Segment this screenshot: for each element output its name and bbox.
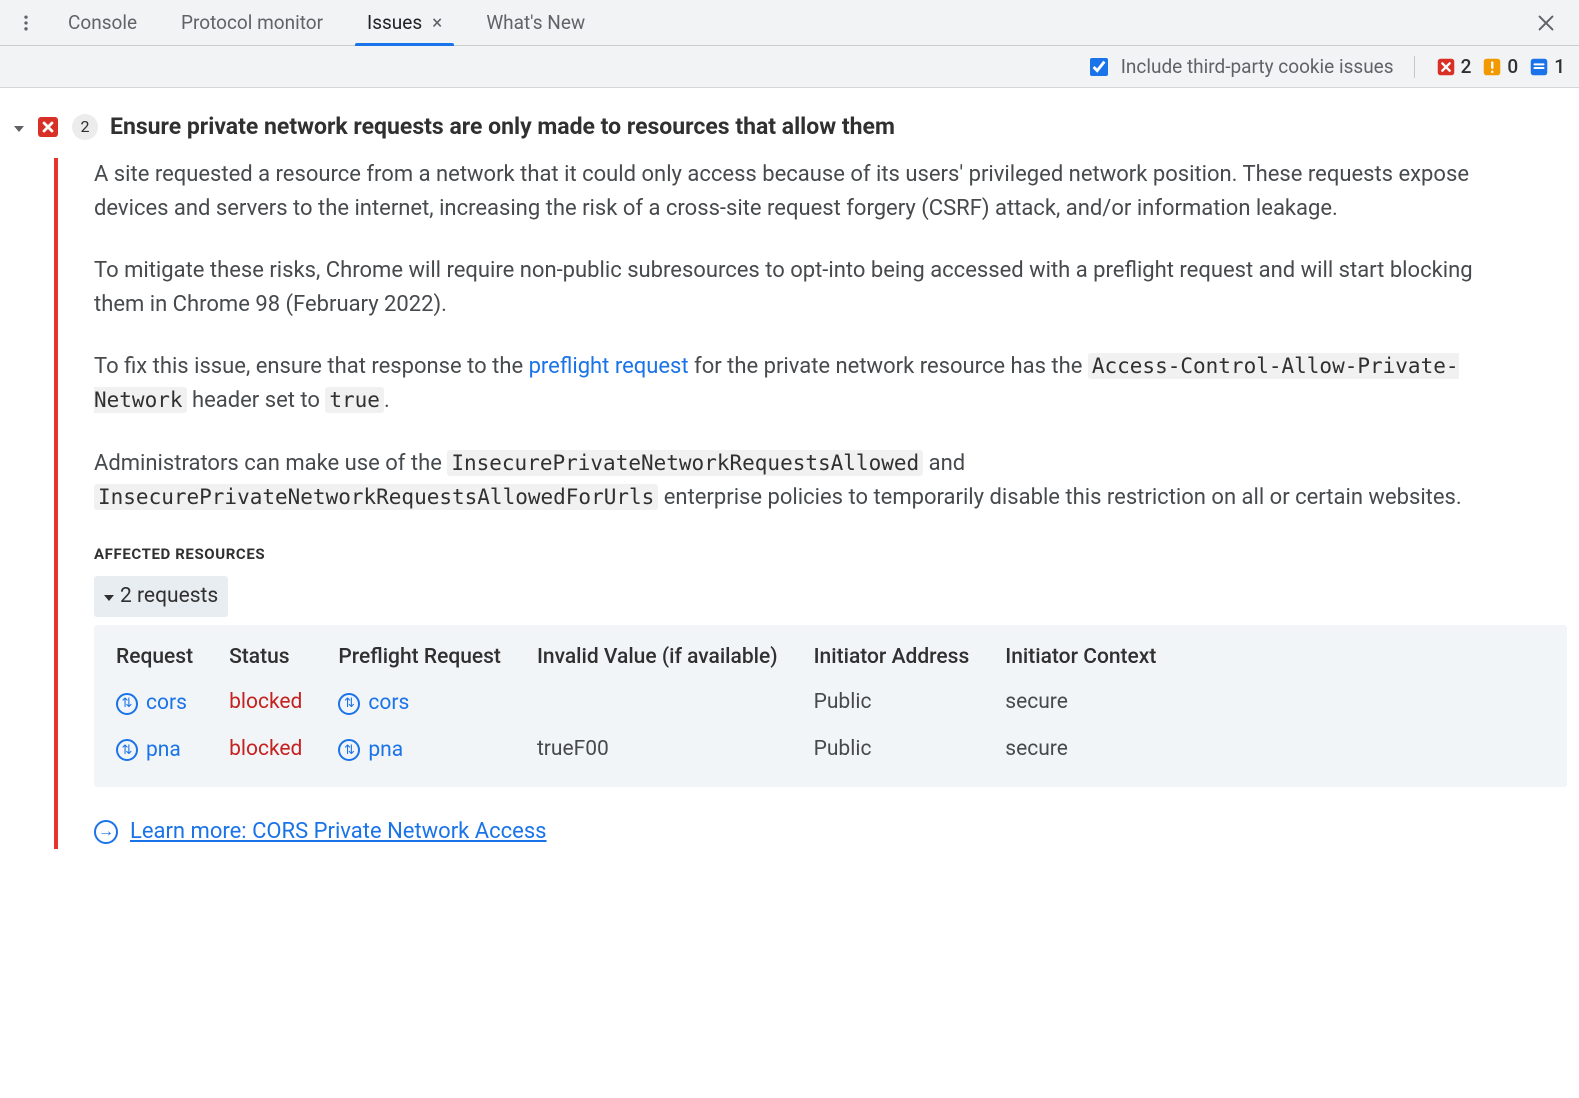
warning-count[interactable]: 0 bbox=[1481, 55, 1518, 78]
chevron-down-icon bbox=[104, 595, 114, 601]
tab-protocol-monitor[interactable]: Protocol monitor bbox=[159, 0, 345, 45]
table-header-row: Request Status Preflight Request Invalid… bbox=[106, 635, 1182, 680]
requests-summary-text: 2 requests bbox=[120, 580, 218, 613]
col-initiator-address: Initiator Address bbox=[804, 635, 996, 680]
table-row: ⇅pna blocked ⇅pna trueF00 Public secure bbox=[106, 726, 1182, 773]
more-vert-icon bbox=[16, 13, 36, 33]
status-cell: blocked bbox=[229, 690, 302, 714]
table-row: ⇅cors blocked ⇅cors Public secure bbox=[106, 679, 1182, 726]
tab-label: Protocol monitor bbox=[181, 11, 323, 34]
tab-label: Console bbox=[68, 11, 137, 34]
issues-content[interactable]: 2 Ensure private network requests are on… bbox=[0, 88, 1579, 1098]
network-icon: ⇅ bbox=[338, 739, 360, 761]
learn-more-text: Learn more: CORS Private Network Access bbox=[130, 815, 547, 849]
tabs: Console Protocol monitor Issues × What's… bbox=[46, 0, 607, 45]
include-third-party-cookies-checkbox[interactable] bbox=[1090, 58, 1108, 76]
issue-paragraph: Administrators can make use of the Insec… bbox=[94, 447, 1524, 515]
initiator-address-cell: Public bbox=[804, 726, 996, 773]
network-icon: ⇅ bbox=[116, 693, 138, 715]
tab-issues[interactable]: Issues × bbox=[345, 0, 464, 45]
tab-whats-new[interactable]: What's New bbox=[464, 0, 607, 45]
invalid-cell bbox=[527, 679, 804, 726]
issue-header-row[interactable]: 2 Ensure private network requests are on… bbox=[14, 113, 1567, 140]
error-count[interactable]: 2 bbox=[1435, 55, 1472, 78]
initiator-context-cell: secure bbox=[995, 679, 1182, 726]
issue-body: A site requested a resource from a netwo… bbox=[54, 158, 1567, 849]
issue-count-badge: 2 bbox=[72, 114, 98, 140]
initiator-address-cell: Public bbox=[804, 679, 996, 726]
tab-label: Issues bbox=[367, 11, 422, 34]
invalid-cell: trueF00 bbox=[527, 726, 804, 773]
preflight-link[interactable]: ⇅cors bbox=[338, 687, 409, 720]
severity-error-icon bbox=[36, 115, 60, 139]
network-icon: ⇅ bbox=[338, 693, 360, 715]
col-request: Request bbox=[106, 635, 219, 680]
col-status: Status bbox=[219, 635, 328, 680]
issue-title: Ensure private network requests are only… bbox=[110, 113, 895, 140]
col-invalid: Invalid Value (if available) bbox=[527, 635, 804, 680]
affected-requests-table: Request Status Preflight Request Invalid… bbox=[94, 625, 1567, 787]
network-icon: ⇅ bbox=[116, 739, 138, 761]
request-link[interactable]: ⇅cors bbox=[116, 687, 187, 720]
panel-tabbar: Console Protocol monitor Issues × What's… bbox=[0, 0, 1579, 46]
close-icon bbox=[1535, 12, 1557, 34]
code-policy-2: InsecurePrivateNetworkRequestsAllowedFor… bbox=[94, 484, 658, 510]
preflight-request-link[interactable]: preflight request bbox=[529, 354, 689, 379]
toolbar-separator bbox=[1414, 56, 1415, 78]
status-cell: blocked bbox=[229, 737, 302, 761]
issue-paragraph: To mitigate these risks, Chrome will req… bbox=[94, 254, 1524, 322]
count-value: 1 bbox=[1554, 55, 1565, 78]
issue-paragraph: To fix this issue, ensure that response … bbox=[94, 350, 1524, 418]
checkbox-label: Include third-party cookie issues bbox=[1121, 55, 1394, 78]
info-count[interactable]: 1 bbox=[1528, 55, 1565, 78]
error-badge-icon bbox=[1435, 56, 1457, 78]
close-tab-icon[interactable]: × bbox=[432, 11, 442, 34]
code-header-value: true bbox=[325, 387, 384, 413]
initiator-context-cell: secure bbox=[995, 726, 1182, 773]
code-policy-1: InsecurePrivateNetworkRequestsAllowed bbox=[447, 450, 923, 476]
arrow-right-circle-icon: → bbox=[94, 820, 118, 844]
col-preflight: Preflight Request bbox=[328, 635, 527, 680]
affected-resources-label: AFFECTED RESOURCES bbox=[94, 543, 1567, 566]
more-menu-button[interactable] bbox=[6, 0, 46, 45]
count-value: 0 bbox=[1507, 55, 1518, 78]
issue-paragraph: A site requested a resource from a netwo… bbox=[94, 158, 1524, 226]
tab-label: What's New bbox=[486, 11, 585, 34]
count-value: 2 bbox=[1461, 55, 1472, 78]
requests-summary-toggle[interactable]: 2 requests bbox=[94, 576, 228, 617]
learn-more-link[interactable]: → Learn more: CORS Private Network Acces… bbox=[94, 815, 547, 849]
chevron-down-icon[interactable] bbox=[14, 126, 24, 132]
tab-console[interactable]: Console bbox=[46, 0, 159, 45]
preflight-link[interactable]: ⇅pna bbox=[338, 734, 403, 767]
issue-counts: 2 0 1 bbox=[1435, 55, 1565, 78]
info-badge-icon bbox=[1528, 56, 1550, 78]
issues-toolbar: Include third-party cookie issues 2 0 bbox=[0, 46, 1579, 88]
close-panel-button[interactable] bbox=[1523, 0, 1569, 45]
col-initiator-context: Initiator Context bbox=[995, 635, 1182, 680]
request-link[interactable]: ⇅pna bbox=[116, 734, 181, 767]
include-third-party-cookies-toggle[interactable]: Include third-party cookie issues bbox=[1086, 55, 1394, 79]
warning-badge-icon bbox=[1481, 56, 1503, 78]
